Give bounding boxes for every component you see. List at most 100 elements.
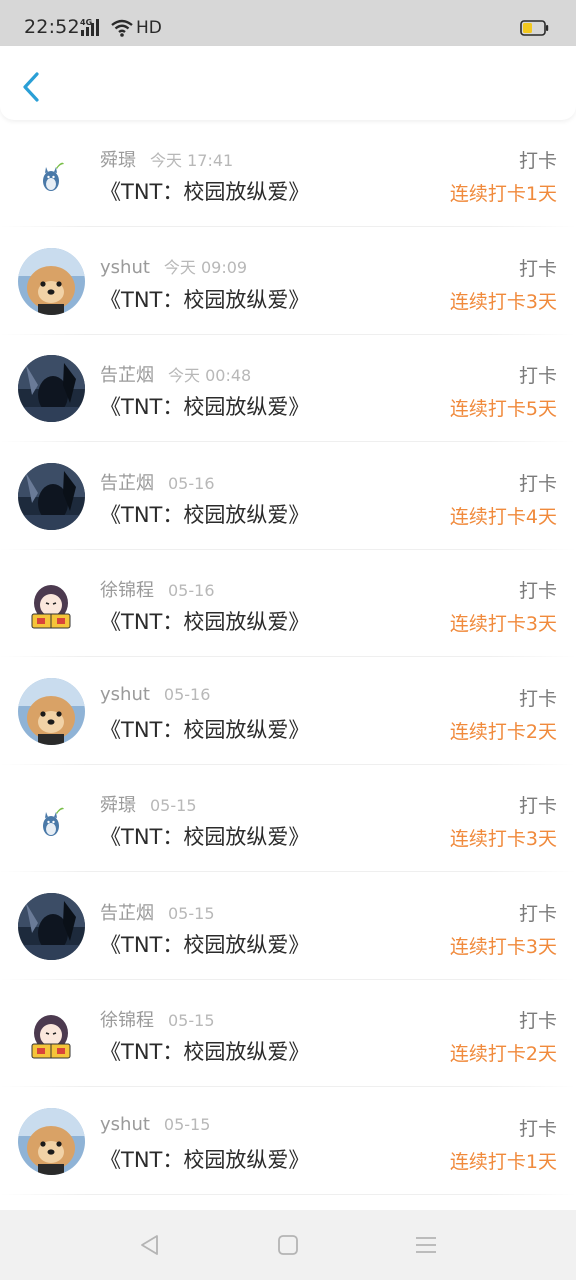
streak-label: 连续打卡4天 (449, 506, 557, 528)
user-name: yshut (100, 684, 150, 705)
avatar[interactable] (18, 140, 85, 207)
user-name-line: 告芷烟 05-15 (100, 899, 215, 925)
list-item[interactable]: yshut 05-15 《TNT：校园放纵爱》 打卡 连续打卡1天 (0, 1088, 576, 1195)
list-item[interactable]: 告芷烟 今天 00:48 《TNT：校园放纵爱》 打卡连续打卡5天 (0, 335, 576, 442)
list-item[interactable]: 告芷烟 05-16 《TNT：校园放纵爱》 打卡连续打卡4天 (0, 443, 576, 550)
list-item[interactable]: 舜璟 今天 17:41 《TNT：校园放纵爱》 打卡连续打卡1天 (0, 120, 576, 227)
checkin-time: 今天 09:09 (163, 258, 248, 277)
user-name-line: 徐锦程 05-16 (100, 576, 215, 602)
list-item[interactable]: 徐锦程 05-15 《TNT：校园放纵爱》 打卡连续打卡2天 (0, 980, 576, 1087)
header-bar (0, 46, 576, 120)
book-title: 《TNT：校园放纵爱》 (100, 395, 310, 419)
action-label: 打卡 (518, 473, 557, 495)
action-label: 打卡 (518, 1010, 557, 1032)
list-item[interactable]: 舜璟 05-15 《TNT：校园放纵爱》 打卡连续打卡3天 (0, 765, 576, 872)
streak-label: 连续打卡1天 (449, 183, 557, 205)
checkin-time: 今天 17:41 (150, 151, 234, 170)
action-label: 打卡 (518, 688, 557, 710)
checkin-time: 05-15 (163, 1115, 211, 1134)
user-name: 徐锦程 (100, 580, 154, 601)
list-item[interactable]: yshut 05-16 《TNT：校园放纵爱》 打卡 连续打卡2天 (0, 658, 576, 765)
book-title: 《TNT：校园放纵爱》 (100, 288, 310, 312)
book-title: 《TNT：校园放纵爱》 (100, 825, 310, 849)
triangle-back-icon (141, 1235, 158, 1255)
user-name-line: yshut 05-16 (100, 684, 210, 705)
action-label: 打卡 (518, 365, 557, 387)
nav-home-button[interactable] (274, 1231, 302, 1259)
system-navigation-bar (0, 1210, 576, 1280)
user-name: 告芷烟 (100, 365, 154, 386)
user-name-line: yshut 今天 09:09 (100, 254, 247, 278)
avatar[interactable] (18, 355, 85, 422)
user-name: yshut (100, 1114, 150, 1135)
avatar[interactable] (18, 1108, 85, 1175)
row-divider (0, 656, 576, 657)
list-item[interactable]: 徐锦程 05-16 《TNT：校园放纵爱》 打卡连续打卡3天 (0, 550, 576, 657)
back-button[interactable] (18, 70, 46, 104)
checkin-time: 05-16 (168, 581, 215, 600)
avatar[interactable] (18, 893, 85, 960)
streak-label: 连续打卡3天 (449, 828, 557, 850)
nav-back-button[interactable] (136, 1231, 164, 1259)
checkin-time: 05-16 (163, 685, 211, 704)
checkin-time: 05-15 (168, 904, 215, 923)
status-time: 22:52 (24, 16, 80, 38)
square-home-icon (278, 1235, 298, 1255)
user-name: 告芷烟 (100, 473, 154, 494)
checkin-time: 05-15 (168, 1011, 215, 1030)
action-label: 打卡 (518, 580, 557, 602)
streak-label: 连续打卡2天 (449, 1043, 557, 1065)
nav-menu-button[interactable] (412, 1231, 440, 1259)
avatar[interactable] (18, 570, 85, 637)
action-label: 打卡 (518, 150, 557, 172)
streak-label: 连续打卡1天 (449, 1151, 557, 1173)
book-title: 《TNT：校园放纵爱》 (100, 610, 310, 634)
streak-label: 连续打卡3天 (449, 613, 557, 635)
book-title: 《TNT：校园放纵爱》 (100, 180, 310, 204)
user-name-line: 徐锦程 05-15 (100, 1006, 215, 1032)
row-divider (0, 871, 576, 872)
status-icons: 4G HD (80, 17, 162, 39)
cellular-signal-icon: 4G (80, 17, 106, 39)
action-label: 打卡 (518, 903, 557, 925)
user-name: 徐锦程 (100, 1010, 154, 1031)
menu-lines-icon (416, 1237, 436, 1253)
hd-indicator: HD (136, 18, 162, 38)
action-label: 打卡 (518, 795, 557, 817)
list-item[interactable]: 告芷烟 05-15 《TNT：校园放纵爱》 打卡连续打卡3天 (0, 873, 576, 980)
streak-label: 连续打卡3天 (449, 936, 557, 958)
streak-label: 连续打卡5天 (449, 398, 557, 420)
user-name: 告芷烟 (100, 903, 154, 924)
streak-label: 连续打卡3天 (449, 291, 557, 313)
user-name-line: 舜璟 05-15 (100, 791, 197, 817)
avatar[interactable] (18, 463, 85, 530)
row-divider (0, 226, 576, 227)
checkin-time: 05-15 (150, 796, 197, 815)
book-title: 《TNT：校园放纵爱》 (100, 503, 310, 527)
user-name-line: 告芷烟 05-16 (100, 469, 215, 495)
book-title: 《TNT：校园放纵爱》 (100, 718, 310, 742)
checkin-time: 今天 00:48 (168, 366, 252, 385)
user-name-line: yshut 05-15 (100, 1114, 210, 1135)
avatar[interactable] (18, 785, 85, 852)
user-name-line: 告芷烟 今天 00:48 (100, 361, 251, 387)
avatar[interactable] (18, 1000, 85, 1067)
list-item[interactable]: yshut 今天 09:09 《TNT：校园放纵爱》 打卡连续打卡3天 (0, 228, 576, 335)
avatar[interactable] (18, 248, 85, 315)
avatar[interactable] (18, 678, 85, 745)
user-name: 舜璟 (100, 795, 136, 816)
chevron-left-icon (23, 72, 39, 102)
book-title: 《TNT：校园放纵爱》 (100, 933, 310, 957)
battery-level-fill (523, 23, 532, 33)
user-name: 舜璟 (100, 150, 136, 171)
user-name-line: 舜璟 今天 17:41 (100, 146, 233, 172)
action-label: 打卡 (518, 258, 557, 280)
row-divider (0, 1194, 576, 1195)
battery-icon (520, 20, 549, 36)
row-divider (0, 441, 576, 442)
checkin-time: 05-16 (168, 474, 215, 493)
book-title: 《TNT：校园放纵爱》 (100, 1040, 310, 1064)
user-name: yshut (100, 257, 150, 278)
action-label: 打卡 (518, 1118, 557, 1140)
row-divider (0, 1086, 576, 1087)
